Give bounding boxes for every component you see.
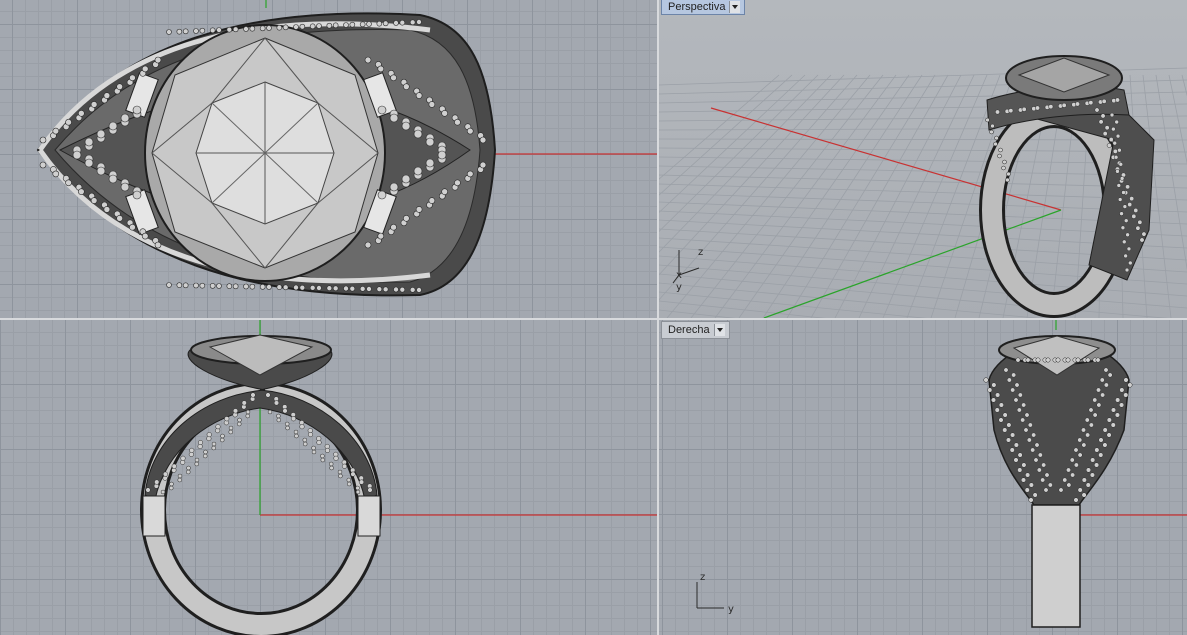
axis-z-label: z — [700, 572, 705, 583]
viewport-label-right[interactable]: Derecha — [661, 321, 730, 339]
viewport-label-perspective[interactable]: Perspectiva — [661, 0, 746, 15]
viewport-top[interactable] — [0, 0, 657, 318]
viewport-right[interactable]: z y Derecha — [659, 320, 1187, 635]
chevron-down-icon[interactable] — [729, 1, 741, 13]
axis-z-label: z — [698, 247, 703, 258]
viewport-title: Derecha — [668, 324, 710, 336]
axis-y-label: y — [728, 604, 734, 615]
viewport-perspective[interactable]: z x y Perspectiva — [659, 0, 1187, 318]
ring-top-view — [36, 0, 657, 297]
ring-right-view: z y — [696, 320, 1187, 628]
ring-perspective-view: z x y — [659, 55, 1187, 318]
ring-front-view — [140, 320, 657, 635]
chevron-down-icon[interactable] — [713, 324, 725, 336]
viewport-front[interactable] — [0, 320, 657, 635]
viewport-title: Perspectiva — [668, 1, 726, 13]
viewport-separator-horizontal[interactable] — [0, 318, 1187, 320]
axis-icon — [696, 582, 724, 609]
axis-y-label: y — [676, 282, 682, 293]
axis-x-label: x — [676, 270, 682, 281]
